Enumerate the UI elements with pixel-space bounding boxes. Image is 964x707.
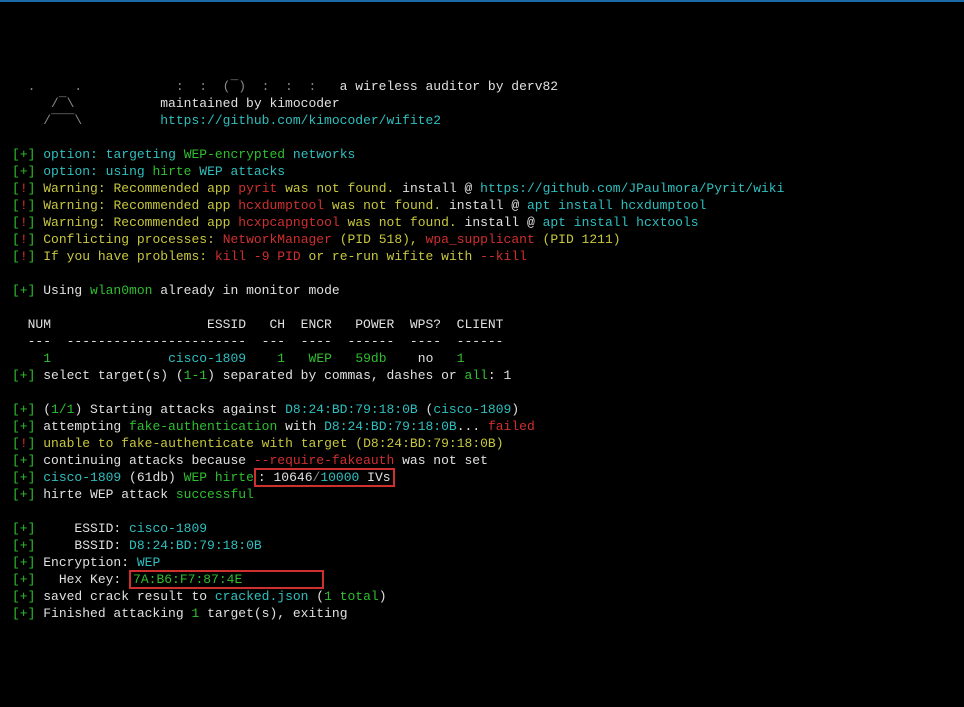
result-hexkey: [+] Hex Key: 7A:B6:F7:87:4E bbox=[12, 572, 324, 587]
line-warning2: [!] Warning: Recommended app hcxdumptool… bbox=[12, 198, 706, 213]
line-success: [+] hirte WEP attack successful bbox=[12, 487, 254, 502]
line-using: [+] Using wlan0mon already in monitor mo… bbox=[12, 283, 340, 298]
line-option1: [+] option: targeting WEP-encrypted netw… bbox=[12, 147, 355, 162]
ascii-art: . . : : (¯) : : : a wireless auditor by … bbox=[12, 79, 558, 128]
line-help: [!] If you have problems: kill -9 PID or… bbox=[12, 249, 527, 264]
line-finished: [+] Finished attacking 1 target(s), exit… bbox=[12, 606, 348, 621]
table-header: NUM ESSID CH ENCR POWER WPS? CLIENT bbox=[12, 317, 503, 332]
line-attack-start: [+] (1/1) Starting attacks against D8:24… bbox=[12, 402, 519, 417]
line-warning1: [!] Warning: Recommended app pyrit was n… bbox=[12, 181, 784, 196]
result-bssid: [+] BSSID: D8:24:BD:79:18:0B bbox=[12, 538, 262, 553]
line-option2: [+] option: using hirte WEP attacks bbox=[12, 164, 285, 179]
line-continue: [+] continuing attacks because --require… bbox=[12, 453, 488, 468]
result-encryption: [+] Encryption: WEP bbox=[12, 555, 160, 570]
line-saved: [+] saved crack result to cracked.json (… bbox=[12, 589, 387, 604]
result-essid: [+] ESSID: cisco-1809 bbox=[12, 521, 207, 536]
table-divider: --- ----------------------- --- ---- ---… bbox=[12, 334, 503, 349]
line-attempt: [+] attempting fake-authentication with … bbox=[12, 419, 535, 434]
line-conflict: [!] Conflicting processes: NetworkManage… bbox=[12, 232, 621, 247]
line-warning3: [!] Warning: Recommended app hcxpcapngto… bbox=[12, 215, 699, 230]
terminal-output[interactable]: . . : : (¯) : : : a wireless auditor by … bbox=[12, 78, 952, 622]
ivs-highlight-box: : 10646/10000 IVs bbox=[254, 468, 395, 487]
line-select: [+] select target(s) (1-1) separated by … bbox=[12, 368, 511, 383]
line-ivs: [+] cisco-1809 (61db) WEP hirte: 10646/1… bbox=[12, 470, 395, 485]
table-row: 1 cisco-1809 1 WEP 59db no 1 bbox=[12, 351, 465, 366]
line-unable: [!] unable to fake-authenticate with tar… bbox=[12, 436, 504, 451]
